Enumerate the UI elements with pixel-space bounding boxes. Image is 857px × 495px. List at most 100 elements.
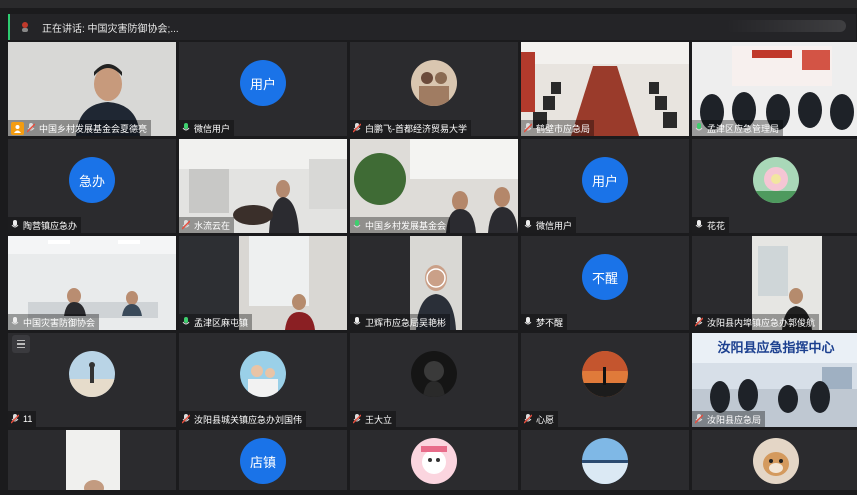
mic-muted-icon <box>695 414 703 424</box>
participant-name: 卫辉市应急局吴艳彬 <box>365 317 447 328</box>
participant-label: 汝阳县内埠镇应急办郭俊航 <box>692 314 820 330</box>
participant-tile[interactable]: 卫辉市应急局吴艳彬 <box>350 236 518 330</box>
mic-muted-icon <box>11 414 19 424</box>
mic-icon <box>695 123 703 131</box>
mic-muted-icon <box>524 414 532 424</box>
participant-name: 心愿 <box>536 414 555 425</box>
participant-tile[interactable]: 11 <box>8 333 176 427</box>
mic-muted-icon <box>695 317 703 327</box>
participant-tile[interactable]: 汝阳县应急指挥中心 汝阳县应急局 <box>692 333 857 427</box>
participant-label: 陶营镇应急办 <box>8 217 82 233</box>
profile-avatar <box>69 351 115 398</box>
speaker-icon <box>22 22 28 32</box>
participant-name: 鹤壁市应急局 <box>536 123 591 134</box>
mic-icon <box>11 317 19 325</box>
mic-icon <box>524 220 532 228</box>
mic-icon <box>11 220 19 228</box>
text-avatar: 用户 <box>582 157 628 204</box>
top-strip <box>0 0 857 8</box>
participant-name: 梦不醒 <box>536 317 564 328</box>
mic-muted-icon <box>27 123 35 133</box>
participant-tile[interactable]: 急办 陶营镇应急办 <box>8 139 176 233</box>
participant-label: 心愿 <box>521 411 559 427</box>
video-feed <box>8 430 176 490</box>
participant-tile[interactable]: 王大立 <box>350 333 518 427</box>
participant-tile[interactable] <box>350 430 518 490</box>
meeting-window: 正在讲话: 中国灾害防御协会;... 中国乡村发展基金会夏德亮 用户 微信用户 … <box>0 0 857 495</box>
participant-tile[interactable]: 孟津区麻屯镇 <box>179 236 347 330</box>
participant-label: 中国灾害防御协会 <box>8 314 100 330</box>
participant-name: 11 <box>23 414 33 424</box>
participant-name: 孟津区应急管理局 <box>707 123 780 134</box>
profile-avatar <box>753 438 799 485</box>
mic-muted-icon <box>182 414 190 424</box>
participant-tile[interactable]: 孟津区应急管理局 <box>692 42 857 136</box>
text-avatar: 用户 <box>240 60 286 107</box>
participant-name: 中国灾害防御协会 <box>23 317 96 328</box>
participant-tile[interactable]: 鹤壁市应急局 <box>521 42 689 136</box>
grid-menu-button[interactable] <box>12 335 30 353</box>
participant-tile[interactable]: 用户 微信用户 <box>521 139 689 233</box>
participant-tile[interactable]: 店镇 <box>179 430 347 490</box>
menu-line <box>17 339 25 342</box>
menu-line <box>17 343 25 345</box>
participant-name: 王大立 <box>365 414 393 425</box>
participant-tile[interactable] <box>521 430 689 490</box>
profile-avatar <box>411 438 457 485</box>
participant-label: 11 <box>8 411 37 427</box>
participant-tile[interactable]: 中国乡村发展基金会夏德亮 <box>8 42 176 136</box>
participant-tile[interactable] <box>8 430 176 490</box>
profile-avatar <box>582 438 628 485</box>
participant-tile[interactable]: 中国乡村发展基金会 <box>350 139 518 233</box>
participant-label: 中国乡村发展基金会 <box>350 217 451 233</box>
text-avatar: 不醒 <box>582 254 628 301</box>
mic-icon <box>353 220 361 228</box>
profile-avatar <box>411 351 457 398</box>
participant-tile[interactable] <box>692 430 857 490</box>
participant-tile[interactable]: 心愿 <box>521 333 689 427</box>
mic-muted-icon <box>524 123 532 133</box>
participant-label: 水流云在 <box>179 217 235 233</box>
participant-name: 白鹏飞-首都经济贸易大学 <box>365 123 467 134</box>
active-speaker-bar: 正在讲话: 中国灾害防御协会;... <box>8 14 856 40</box>
profile-avatar <box>582 351 628 398</box>
participant-tile[interactable]: 不醒 梦不醒 <box>521 236 689 330</box>
participant-tile[interactable]: 用户 微信用户 <box>179 42 347 136</box>
participant-tile[interactable]: 水流云在 <box>179 139 347 233</box>
host-badge-icon <box>11 121 24 135</box>
participant-tile[interactable]: 花花 <box>692 139 857 233</box>
participant-label: 鹤壁市应急局 <box>521 120 595 136</box>
participant-label: 白鹏飞-首都经济贸易大学 <box>350 120 471 136</box>
mic-icon <box>524 317 532 325</box>
mic-icon <box>353 317 361 325</box>
participant-name: 中国乡村发展基金会 <box>365 220 447 231</box>
active-speaker-text: 正在讲话: 中国灾害防御协会;... <box>42 23 179 35</box>
participant-label: 汝阳县城关镇应急办刘国伟 <box>179 411 307 427</box>
mic-muted-icon <box>353 414 361 424</box>
profile-avatar <box>240 351 286 398</box>
participant-label: 微信用户 <box>179 120 235 136</box>
text-avatar: 店镇 <box>240 438 286 485</box>
participant-name: 汝阳县内埠镇应急办郭俊航 <box>707 317 816 328</box>
participant-label: 孟津区麻屯镇 <box>179 314 253 330</box>
participant-tile[interactable]: 白鹏飞-首都经济贸易大学 <box>350 42 518 136</box>
participant-label: 王大立 <box>350 411 397 427</box>
participant-name: 花花 <box>707 220 726 231</box>
participant-tile[interactable]: 汝阳县城关镇应急办刘国伟 <box>179 333 347 427</box>
participant-name: 汝阳县城关镇应急办刘国伟 <box>194 414 303 425</box>
profile-avatar <box>753 157 799 204</box>
participant-label: 花花 <box>692 217 730 233</box>
menu-line <box>17 346 25 349</box>
participant-tile-active-speaker[interactable]: 中国灾害防御协会 <box>8 236 176 330</box>
participant-name: 微信用户 <box>536 220 573 231</box>
participant-name: 中国乡村发展基金会夏德亮 <box>39 123 148 134</box>
participant-label: 梦不醒 <box>521 314 568 330</box>
participant-name: 微信用户 <box>194 123 231 134</box>
mic-icon <box>695 220 703 228</box>
mic-icon <box>182 317 190 325</box>
participant-label: 中国乡村发展基金会夏德亮 <box>8 120 152 136</box>
participant-grid: 中国乡村发展基金会夏德亮 用户 微信用户 白鹏飞-首都经济贸易大学 鹤壁市应急局… <box>8 42 857 495</box>
participant-label: 孟津区应急管理局 <box>692 120 784 136</box>
text-avatar: 急办 <box>69 157 115 204</box>
participant-tile[interactable]: 汝阳县内埠镇应急办郭俊航 <box>692 236 857 330</box>
